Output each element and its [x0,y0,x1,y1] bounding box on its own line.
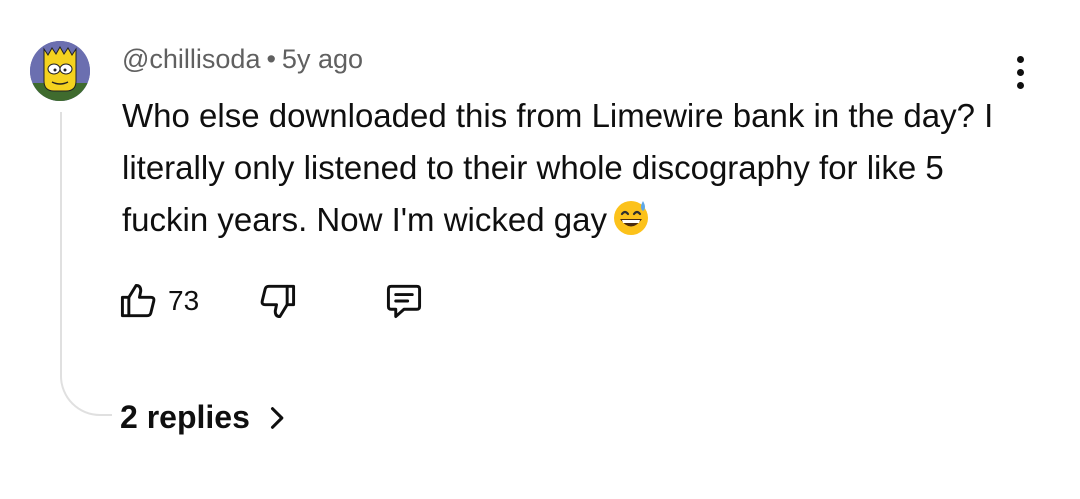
author-handle[interactable]: @chillisoda [122,44,260,74]
comment-text: Who else downloaded this from Limewire b… [122,90,1002,246]
reply-button[interactable] [382,277,426,325]
meta-separator: • [266,44,276,74]
more-options-button[interactable] [1004,50,1036,94]
chevron-right-icon [270,406,284,429]
thumbs-down-icon [260,284,296,319]
more-vert-icon [1016,55,1024,63]
comment-meta: @chillisoda • 5y ago [122,44,363,75]
like-count: 73 [168,285,200,316]
avatar-cartoon-icon [30,41,90,101]
comment-time: 5y ago [281,44,363,74]
dislike-button[interactable] [256,277,300,325]
thread-line [60,112,112,416]
replies-count-label: 2 replies [120,399,250,435]
reply-comment-icon [386,284,422,319]
grinning-face-with-sweat-icon [613,201,648,235]
like-button[interactable]: 73 [116,277,199,325]
avatar[interactable] [30,41,90,101]
thumbs-up-icon [120,283,156,318]
view-replies-button[interactable]: 2 replies [120,399,290,436]
comment-body: Who else downloaded this from Limewire b… [122,97,994,238]
